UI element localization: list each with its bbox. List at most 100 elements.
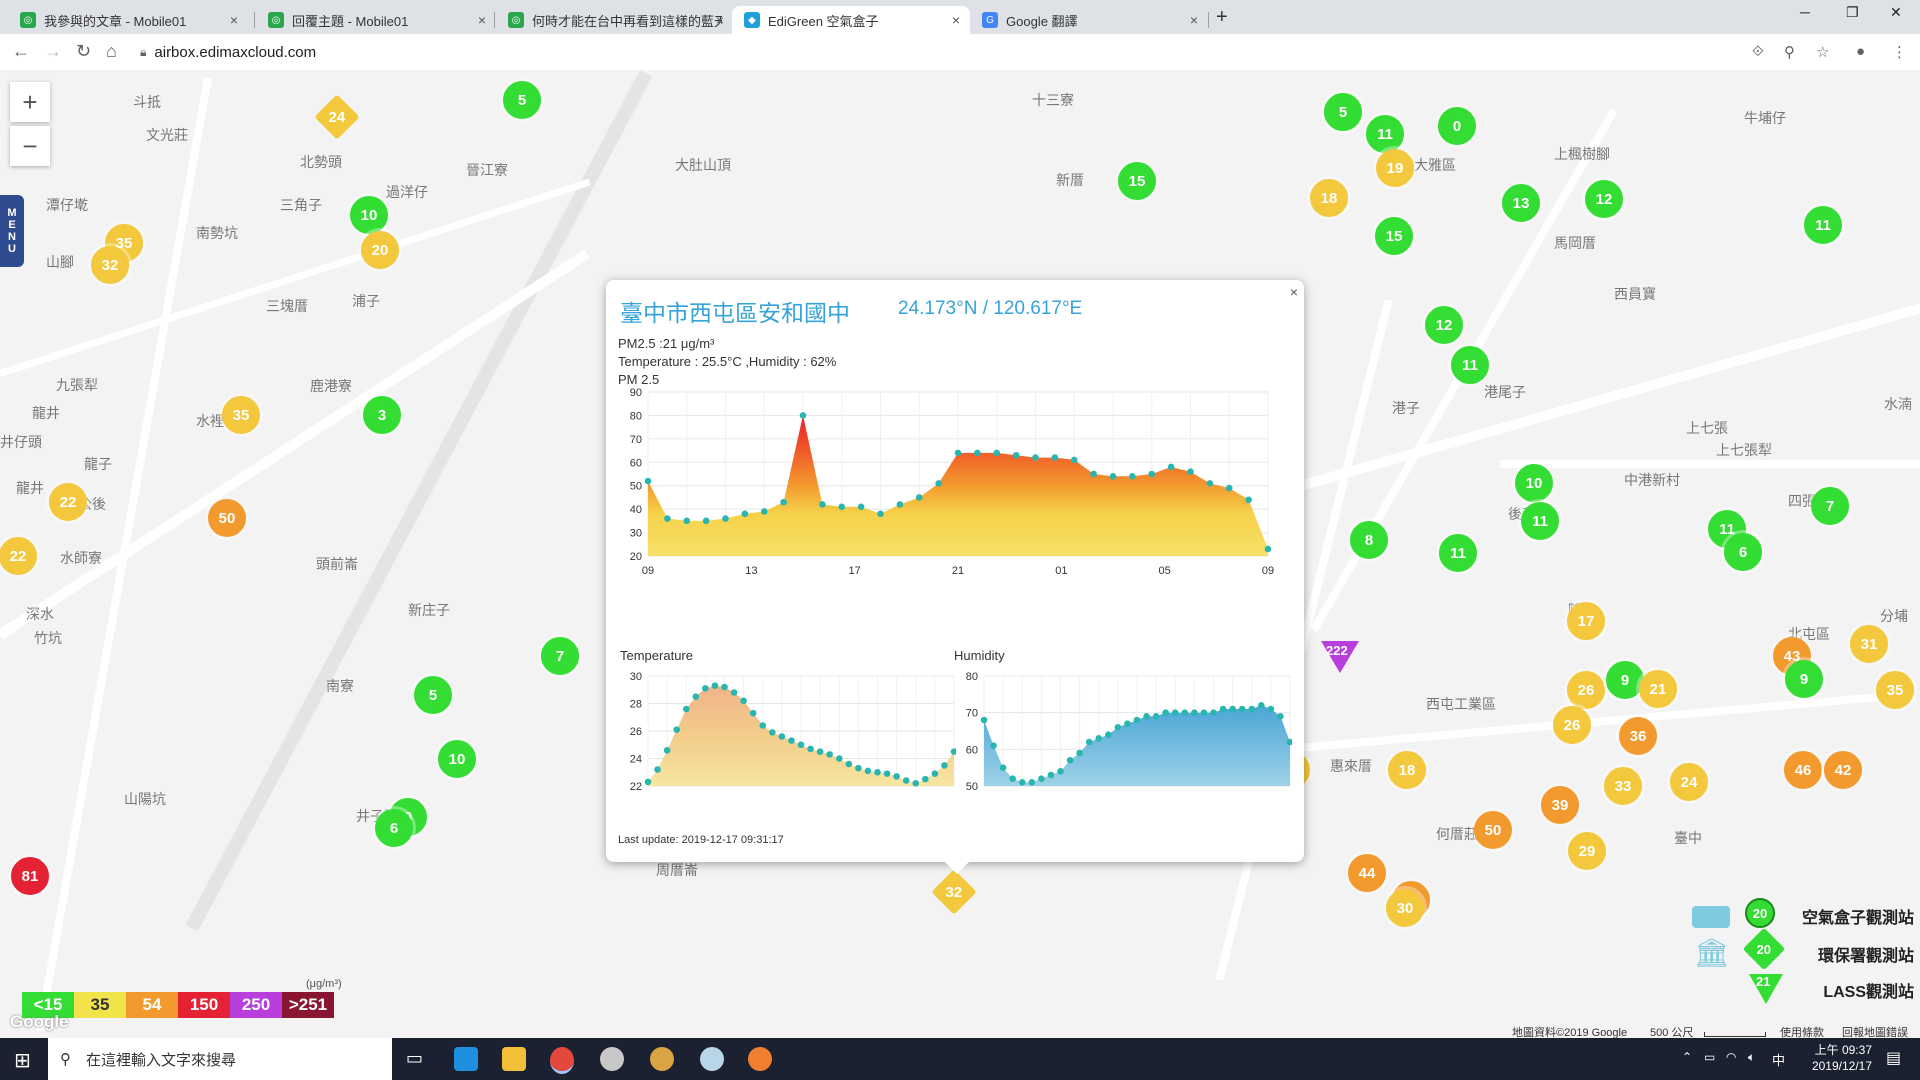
station-marker[interactable]: 32 [931, 869, 977, 915]
station-marker[interactable]: 31 [1850, 625, 1888, 663]
zoom-icon[interactable]: ⚲ [1784, 43, 1795, 61]
chrome-icon[interactable] [550, 1047, 574, 1074]
tab-close-icon[interactable]: × [230, 12, 238, 28]
station-marker[interactable]: 24 [1670, 763, 1708, 801]
zoom-out-button[interactable]: − [10, 126, 50, 166]
profile-icon[interactable]: ● [1856, 43, 1865, 60]
tab-close-icon[interactable]: × [478, 12, 486, 28]
station-marker[interactable]: 19 [1376, 149, 1414, 187]
station-marker[interactable]: 7 [541, 637, 579, 675]
station-marker[interactable]: 15 [1118, 162, 1156, 200]
station-marker[interactable]: 11 [1366, 115, 1404, 153]
station-marker[interactable]: 5 [503, 81, 541, 119]
volume-icon[interactable]: 🔈︎ [1748, 1050, 1755, 1065]
reload-icon[interactable]: ↻ [76, 41, 91, 62]
station-marker[interactable]: 22 [0, 537, 37, 575]
station-marker[interactable]: 35 [222, 396, 260, 434]
taskbar-search-box[interactable]: ⚲ 在這裡輸入文字來搜尋 [48, 1038, 392, 1080]
forward-icon[interactable]: → [44, 41, 62, 62]
station-marker[interactable]: 32 [91, 246, 129, 284]
back-icon[interactable]: ← [12, 41, 30, 62]
zoom-in-button[interactable]: + [10, 82, 50, 122]
station-marker[interactable]: 50 [1474, 811, 1512, 849]
map-canvas[interactable]: 斗抵 文光莊 北勢頭 晉江寮 過洋仔 大肚山頂 十三寮 新厝 大雅區 上楓樹腳 牛埔仔 潭仔墘 三角子南… [0, 70, 1920, 1038]
station-marker[interactable]: 33 [1604, 767, 1642, 805]
station-marker[interactable]: 12 [1425, 306, 1463, 344]
tab-5[interactable]: G Google 翻譯 × [970, 6, 1208, 34]
tab-2[interactable]: ◎ 回覆主題 - Mobile01 × [256, 6, 496, 34]
station-marker[interactable]: 8 [1350, 521, 1388, 559]
tab-3[interactable]: ◎ 何時才能在台中再看到這樣的藍天 × [496, 6, 734, 34]
report-map-error-link[interactable]: 回報地圖錯誤 [1842, 1024, 1908, 1038]
app-icon[interactable] [700, 1047, 724, 1071]
station-marker[interactable]: 46 [1784, 751, 1822, 789]
restore-icon[interactable]: ❐ [1846, 4, 1859, 21]
station-marker[interactable]: 13 [1502, 184, 1540, 222]
station-marker[interactable]: 22 [49, 483, 87, 521]
station-marker[interactable]: 18 [1310, 179, 1348, 217]
address-bar[interactable]: 🔒︎ airbox.edimaxcloud.com [140, 38, 1790, 66]
station-marker[interactable]: 0 [1438, 107, 1476, 145]
home-icon[interactable]: ⌂ [106, 41, 117, 62]
station-marker[interactable]: 21 [1639, 670, 1677, 708]
station-marker[interactable]: 222 [1321, 641, 1359, 673]
station-marker[interactable]: 17 [1567, 602, 1605, 640]
task-view-icon[interactable]: ▭ [406, 1048, 423, 1069]
file-explorer-icon[interactable] [502, 1047, 526, 1071]
windows-start-icon[interactable]: ⊞ [14, 1048, 31, 1073]
station-marker[interactable]: 39 [1541, 786, 1579, 824]
station-marker[interactable]: 35 [1876, 671, 1914, 709]
station-marker[interactable]: 10 [1515, 464, 1553, 502]
station-marker[interactable]: 6 [375, 809, 413, 847]
station-marker[interactable]: 42 [1824, 751, 1862, 789]
edge-icon[interactable] [454, 1047, 478, 1071]
tab-close-icon[interactable]: × [1190, 12, 1198, 28]
station-marker[interactable]: 5 [1324, 93, 1362, 131]
app-icon[interactable] [650, 1047, 674, 1071]
station-marker[interactable]: 6 [1724, 533, 1762, 571]
station-marker[interactable]: 11 [1451, 346, 1489, 384]
browser-menu-icon[interactable]: ⋮ [1892, 43, 1907, 61]
station-marker[interactable]: 30 [1386, 889, 1424, 927]
terms-link[interactable]: 使用條款 [1780, 1024, 1824, 1038]
new-tab-button[interactable]: + [1216, 6, 1228, 29]
tab-close-icon[interactable]: × [952, 12, 960, 28]
battery-icon[interactable]: ▭ [1704, 1050, 1715, 1064]
station-marker[interactable]: 44 [1348, 854, 1386, 892]
tab-close-icon[interactable]: × [716, 12, 724, 28]
station-marker[interactable]: 29 [1568, 832, 1606, 870]
clock[interactable]: 上午 09:37 2019/12/17 [1796, 1042, 1872, 1074]
station-marker[interactable]: 15 [1375, 217, 1413, 255]
notification-icon[interactable]: ▤ [1886, 1048, 1901, 1068]
station-marker[interactable]: 10 [350, 196, 388, 234]
station-marker[interactable]: 11 [1804, 206, 1842, 244]
station-marker[interactable]: 24 [314, 94, 360, 140]
translate-icon[interactable]: ⟐ [1752, 43, 1764, 60]
station-marker[interactable]: 9 [1606, 661, 1644, 699]
station-marker[interactable]: 26 [1567, 671, 1605, 709]
menu-tab-button[interactable]: M E N U [0, 195, 24, 267]
minimize-icon[interactable]: ─ [1800, 4, 1810, 20]
station-marker[interactable]: 12 [1585, 180, 1623, 218]
window-close-icon[interactable]: ✕ [1890, 4, 1902, 21]
station-marker[interactable]: 11 [1439, 534, 1477, 572]
station-marker[interactable]: 36 [1619, 717, 1657, 755]
station-marker[interactable]: 10 [438, 740, 476, 778]
station-type-airbox[interactable]: 空氣盒子觀測站 [1802, 904, 1914, 928]
station-type-epa[interactable]: 環保署觀測站 [1818, 942, 1914, 966]
wifi-icon[interactable]: ◠ [1726, 1050, 1736, 1064]
tab-1[interactable]: ◎ 我參與的文章 - Mobile01 × [8, 6, 248, 34]
station-marker[interactable]: 9 [1785, 660, 1823, 698]
station-marker[interactable]: 50 [208, 499, 246, 537]
station-marker[interactable]: 81 [11, 857, 49, 895]
app-icon[interactable] [600, 1047, 624, 1071]
station-marker[interactable]: 26 [1553, 706, 1591, 744]
station-marker[interactable]: 5 [414, 676, 452, 714]
tray-expand-icon[interactable]: ⌃ [1682, 1050, 1692, 1064]
station-marker[interactable]: 7 [1811, 487, 1849, 525]
ime-indicator[interactable]: 中 [1772, 1050, 1785, 1069]
station-marker[interactable]: 11 [1521, 502, 1559, 540]
station-marker[interactable]: 20 [361, 231, 399, 269]
tab-4-active[interactable]: ◆ EdiGreen 空氣盒子 × [732, 6, 970, 34]
bookmark-star-icon[interactable]: ☆ [1816, 43, 1829, 61]
